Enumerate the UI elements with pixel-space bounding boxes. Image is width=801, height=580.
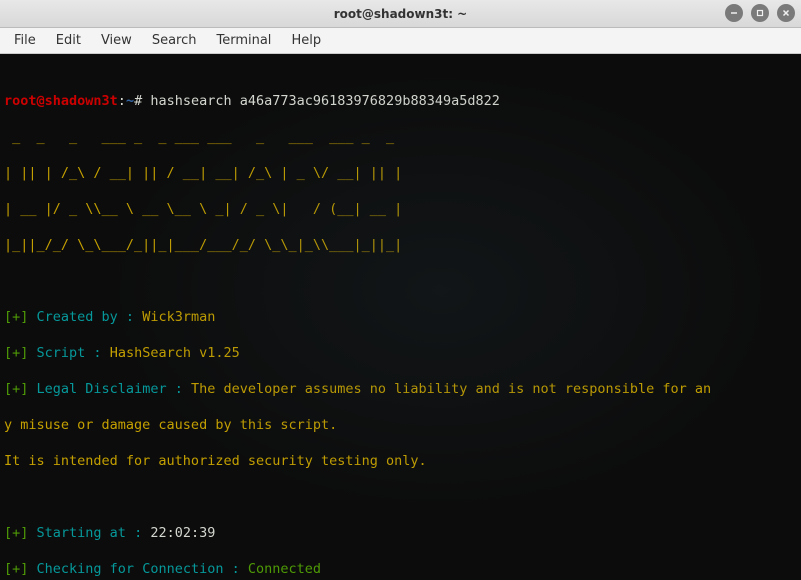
script-version: HashSearch v1.25 (110, 345, 240, 361)
start-time: 22:02:39 (150, 525, 215, 541)
legal-text: The developer assumes no liability and i… (191, 381, 711, 397)
menu-view[interactable]: View (91, 30, 142, 51)
terminal-window: root@shadown3t: ~ File Edit View Search … (0, 0, 801, 580)
terminal-area[interactable]: root@shadown3t:~# hashsearch a46a773ac96… (0, 54, 801, 580)
prompt-user: root@shadown3t (4, 93, 118, 109)
prompt-path: ~ (126, 93, 134, 109)
menu-edit[interactable]: Edit (46, 30, 91, 51)
close-button[interactable] (777, 4, 795, 22)
menu-file[interactable]: File (4, 30, 46, 51)
maximize-button[interactable] (751, 4, 769, 22)
titlebar[interactable]: root@shadown3t: ~ (0, 0, 801, 28)
window-controls (725, 4, 795, 22)
ascii-art-line: |_||_/_/ \_\___/_||_|___/___/_/ \_\_|_\\… (4, 236, 797, 254)
menubar: File Edit View Search Terminal Help (0, 28, 801, 54)
window-title: root@shadown3t: ~ (334, 7, 468, 21)
ascii-art-line: | || | /_\ / __| || / __| __| /_\ | _ \/… (4, 164, 797, 182)
menu-terminal[interactable]: Terminal (206, 30, 281, 51)
menu-help[interactable]: Help (281, 30, 331, 51)
legal-text: y misuse or damage caused by this script… (4, 416, 797, 434)
menu-search[interactable]: Search (142, 30, 207, 51)
connection-status: Connected (248, 561, 321, 577)
ascii-art-line: _ _ _ ___ _ _ ___ ___ _ ___ ___ _ _ (4, 128, 797, 146)
legal-text: It is intended for authorized security t… (4, 452, 797, 470)
created-by: Wick3rman (142, 309, 215, 325)
ascii-art-line: | __ |/ _ \\__ \ __ \__ \ _| / _ \| / (_… (4, 200, 797, 218)
minimize-button[interactable] (725, 4, 743, 22)
